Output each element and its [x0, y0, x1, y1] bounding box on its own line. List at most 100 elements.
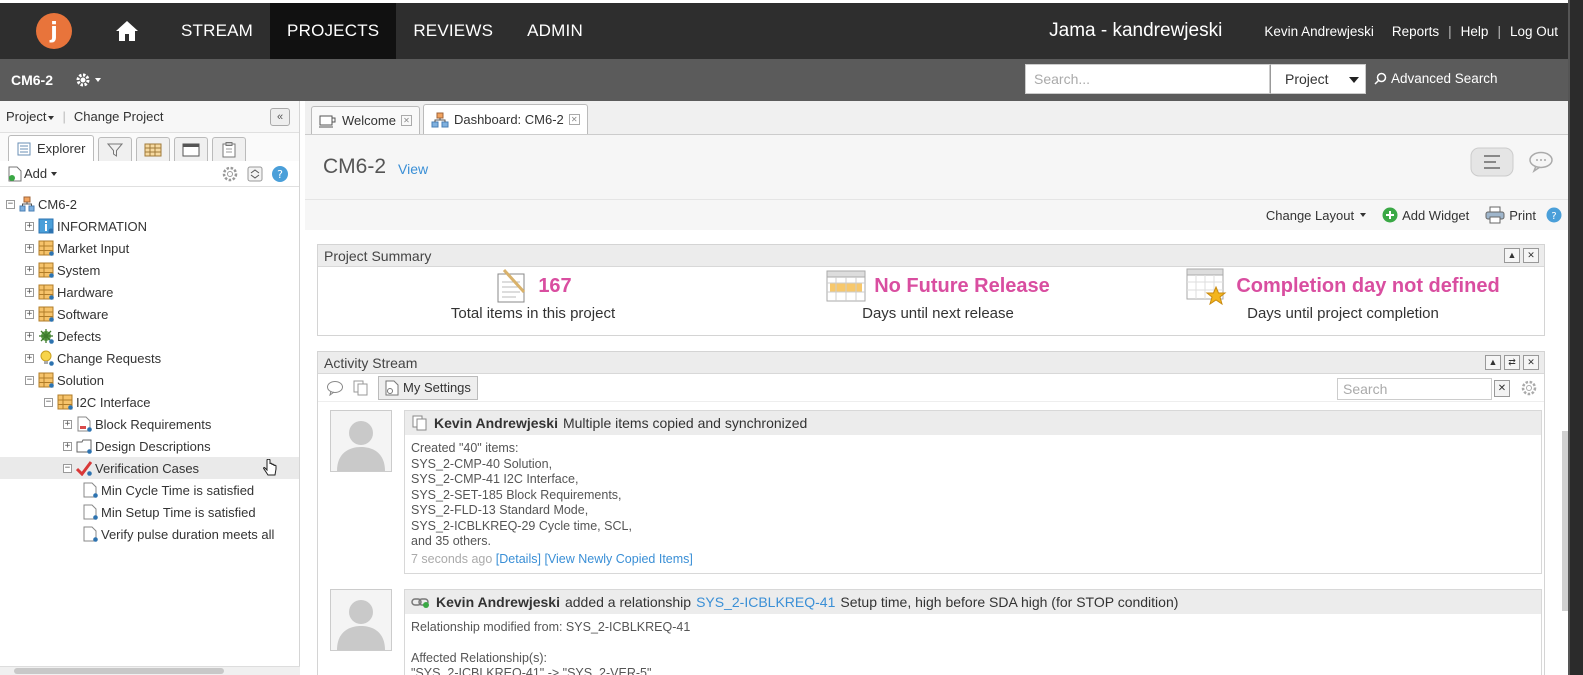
expand-icon[interactable]: + [25, 353, 34, 363]
entry-line: SYS_2-FLD-13 Standard Mode, [411, 503, 589, 517]
grid-folder-icon [38, 284, 54, 300]
expand-icon[interactable]: + [25, 243, 34, 253]
help-icon[interactable]: ? [1546, 207, 1562, 223]
search-icon [1374, 72, 1387, 85]
tab-filter[interactable] [98, 137, 133, 161]
help-icon[interactable]: ? [271, 165, 289, 183]
expand-icon[interactable]: + [25, 221, 34, 231]
close-icon[interactable]: ✕ [400, 115, 412, 126]
gear-icon[interactable] [221, 165, 239, 183]
collapse-widget-button[interactable]: ▲ [1485, 355, 1501, 370]
tree-item[interactable]: + Change Requests [0, 347, 299, 369]
tab-explorer[interactable]: Explorer [8, 135, 95, 161]
tab-clipboard[interactable] [212, 137, 247, 161]
tree-item[interactable]: + Design Descriptions [0, 435, 299, 457]
entry-line: Affected Relationship(s): [411, 650, 547, 665]
horizontal-scrollbar[interactable] [0, 666, 300, 675]
tree-item[interactable]: − Verification Cases [0, 457, 299, 479]
summary-total-items: 167 Total items in this project [378, 267, 688, 322]
entry-line: SYS_2-ICBLKREQ-29 Cycle time, SCL, [411, 518, 632, 533]
expand-icon[interactable]: + [63, 441, 72, 451]
clear-search-button[interactable]: ✕ [1494, 380, 1510, 397]
nav-stream[interactable]: STREAM [164, 3, 270, 59]
tree-item[interactable]: + Block Requirements [0, 413, 299, 435]
collapse-icon[interactable]: − [25, 375, 34, 385]
jama-logo[interactable]: j [36, 13, 72, 49]
tree-item[interactable]: − Solution [0, 369, 299, 391]
project-gear-icon[interactable] [75, 72, 102, 88]
tree-item[interactable]: + System [0, 259, 299, 281]
change-project-link[interactable]: Change Project [74, 109, 164, 124]
doc-icon [82, 482, 98, 498]
details-link[interactable]: [Details] [496, 552, 541, 566]
change-layout-menu[interactable]: Change Layout [1266, 208, 1367, 223]
reports-link[interactable]: Reports [1392, 24, 1439, 39]
tree-item[interactable]: − I2C Interface [0, 391, 299, 413]
expand-icon[interactable]: + [63, 419, 72, 429]
settings-doc-icon [385, 380, 399, 395]
collapse-icon[interactable]: − [44, 397, 53, 407]
print-button[interactable]: Print ? [1485, 206, 1562, 224]
view-copied-items-link[interactable]: [View Newly Copied Items] [544, 552, 692, 566]
logout-link[interactable]: Log Out [1510, 24, 1558, 39]
stream-view-icon[interactable] [1470, 147, 1514, 177]
notepad-icon [497, 268, 526, 303]
avatar [330, 410, 392, 472]
tree-item[interactable]: Min Cycle Time is satisfied [0, 479, 299, 501]
entry-user[interactable]: Kevin Andrewjeski [436, 594, 560, 610]
view-link[interactable]: View [398, 161, 428, 177]
close-widget-button[interactable]: ✕ [1523, 248, 1539, 263]
add-widget-button[interactable]: Add Widget [1382, 207, 1469, 223]
tree-item[interactable]: Verify pulse duration meets all [0, 523, 299, 545]
nav-projects[interactable]: PROJECTS [270, 3, 397, 59]
my-settings-button[interactable]: My Settings [378, 375, 478, 400]
expand-icon[interactable]: + [25, 287, 34, 297]
comment-icon[interactable] [326, 380, 344, 396]
chevron-down-icon [1349, 77, 1359, 83]
tree-item[interactable]: + Market Input [0, 237, 299, 259]
summary-next-release: No Future Release Days until next releas… [798, 267, 1078, 322]
refresh-widget-button[interactable]: ⇄ [1504, 355, 1520, 370]
sync-icon[interactable] [247, 166, 263, 182]
expand-icon[interactable]: + [25, 265, 34, 275]
expand-icon[interactable]: + [25, 331, 34, 341]
comment-icon[interactable] [1528, 151, 1554, 173]
cup-icon [319, 115, 336, 127]
tab-dashboard[interactable]: Dashboard: CM6-2 ✕ [422, 104, 588, 134]
collapse-icon[interactable]: − [6, 199, 15, 209]
gear-icon[interactable] [1520, 379, 1538, 397]
copy-icon[interactable] [352, 379, 370, 397]
summary-completion: Completion day not defined Days until pr… [1158, 267, 1528, 322]
vertical-scrollbar[interactable] [1562, 431, 1568, 611]
tree-item[interactable]: − CM6-2 [0, 193, 299, 215]
tree-item[interactable]: + Software [0, 303, 299, 325]
search-scope-select[interactable]: Project [1270, 64, 1366, 94]
add-item-button[interactable]: Add [8, 166, 58, 182]
tree-item[interactable]: + INFORMATION [0, 215, 299, 237]
entry-action: Multiple items copied and synchronized [562, 415, 808, 431]
item-link[interactable]: SYS_2-ICBLKREQ-41 [696, 594, 835, 610]
nav-admin[interactable]: ADMIN [510, 3, 600, 59]
close-widget-button[interactable]: ✕ [1523, 355, 1539, 370]
help-link[interactable]: Help [1461, 24, 1489, 39]
tree-item[interactable]: + Hardware [0, 281, 299, 303]
nav-reviews[interactable]: REVIEWS [396, 3, 510, 59]
collapse-widget-button[interactable]: ▲ [1504, 248, 1520, 263]
tree-item-label: Solution [57, 372, 104, 388]
home-icon[interactable] [114, 18, 140, 44]
entry-user[interactable]: Kevin Andrewjeski [434, 415, 558, 431]
tab-release[interactable] [136, 137, 171, 161]
tab-welcome[interactable]: Welcome ✕ [311, 106, 420, 134]
user-name-link[interactable]: Kevin Andrewjeski [1264, 24, 1374, 39]
collapse-panel-button[interactable]: « [270, 108, 290, 126]
close-icon[interactable]: ✕ [568, 114, 580, 125]
project-menu[interactable]: Project [6, 109, 55, 124]
global-search-input[interactable]: Search... [1025, 64, 1270, 94]
expand-icon[interactable]: + [25, 309, 34, 319]
tree-item[interactable]: + Defects [0, 325, 299, 347]
collapse-icon[interactable]: − [63, 463, 72, 473]
activity-search-input[interactable]: Search [1337, 378, 1492, 400]
tab-window[interactable] [174, 137, 209, 161]
advanced-search-link[interactable]: Advanced Search [1374, 71, 1498, 86]
tree-item[interactable]: Min Setup Time is satisfied [0, 501, 299, 523]
